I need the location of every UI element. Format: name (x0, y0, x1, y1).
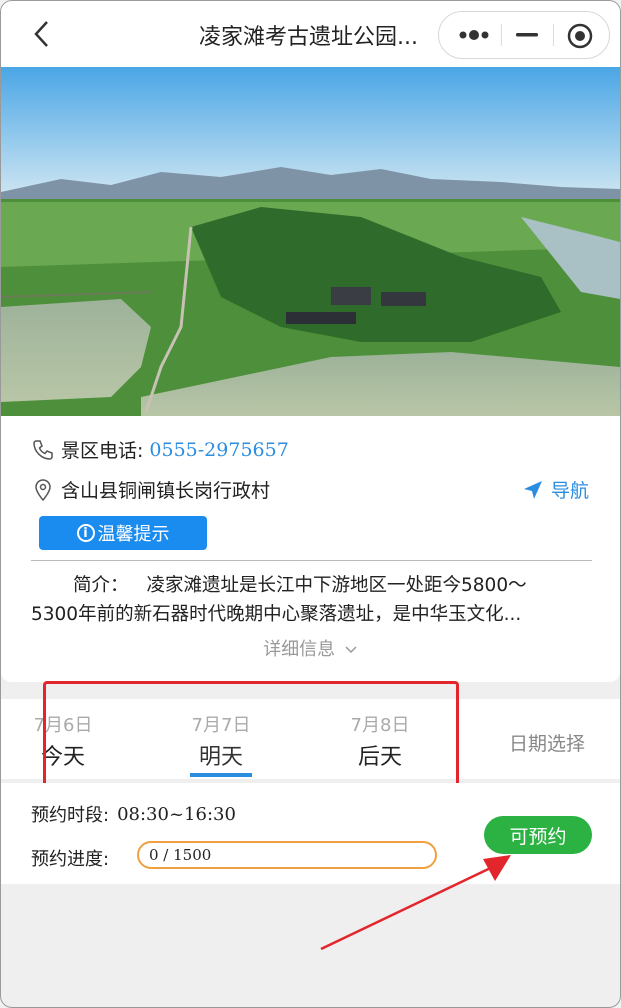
navigation-button[interactable]: 导航 (521, 476, 589, 503)
capsule-menu (438, 11, 610, 59)
navigation-icon (524, 480, 542, 499)
navigation-label: 导航 (551, 480, 590, 502)
minimize-icon (516, 33, 538, 37)
annotation-highlight-box (43, 681, 459, 797)
page-title: 凌家滩考古遗址公园... (199, 25, 418, 50)
intro-line-1: 凌家滩遗址是长江中下游地区一处距今5800～ (146, 575, 527, 596)
divider (31, 560, 592, 561)
phone-label: 景区电话: (61, 440, 144, 462)
intro-line-2: 5300年前的新石器时代晚期中心聚落遗址，是中华玉文化... (31, 604, 522, 625)
top-navigation-bar: 凌家滩考古遗址公园... (1, 1, 620, 67)
warm-tips-label: 温馨提示 (97, 524, 170, 545)
details-toggle[interactable]: 详细信息 (1, 635, 620, 661)
capsule-divider (501, 24, 502, 46)
address-text: 含山县铜闸镇长岗行政村 (61, 480, 271, 502)
phone-number-link[interactable]: 0555-2975657 (149, 439, 288, 461)
close-button[interactable] (566, 22, 594, 50)
location-icon (35, 478, 51, 501)
time-slot-label: 预约时段: (31, 805, 110, 826)
scenic-aerial-photo (1, 67, 620, 416)
back-icon (34, 21, 48, 47)
details-label: 详细信息 (263, 639, 336, 660)
minimize-button[interactable] (515, 24, 539, 46)
intro-text: 简介： 凌家滩遗址是长江中下游地区一处距今5800～ 5300年前的新石器时代晚期… (31, 571, 592, 629)
back-button[interactable] (29, 17, 57, 51)
progress-label: 预约进度: (31, 849, 110, 870)
annotation-arrow (320, 855, 511, 951)
more-button[interactable] (455, 24, 495, 46)
phone-icon (33, 439, 53, 460)
info-card: 景区电话: 0555-2975657 含山县铜闸镇长岗行政村 导航 i 温馨提示… (1, 416, 620, 682)
intro-title: 简介： (73, 575, 129, 596)
chevron-down-icon (345, 646, 357, 654)
progress-text: 0 / 1500 (149, 846, 212, 864)
time-slot-value: 08:30~16:30 (117, 803, 236, 825)
more-icon (459, 30, 489, 40)
close-icon (567, 23, 593, 49)
warm-tips-button[interactable]: i 温馨提示 (39, 516, 207, 550)
capsule-divider (553, 24, 554, 46)
date-picker-button[interactable]: 日期选择 (509, 729, 585, 756)
address-row: 含山县铜闸镇长岗行政村 (31, 476, 270, 503)
time-slot-row: 预约时段: 08:30~16:30 (31, 801, 236, 827)
progress-row: 预约进度: (31, 845, 109, 871)
info-icon: i (76, 524, 95, 542)
mini-program-window: 凌家滩考古遗址公园... 景区电话: 0555-2975657 含山县铜闸镇长岗… (0, 0, 621, 1008)
phone-row: 景区电话: 0555-2975657 (31, 436, 289, 463)
